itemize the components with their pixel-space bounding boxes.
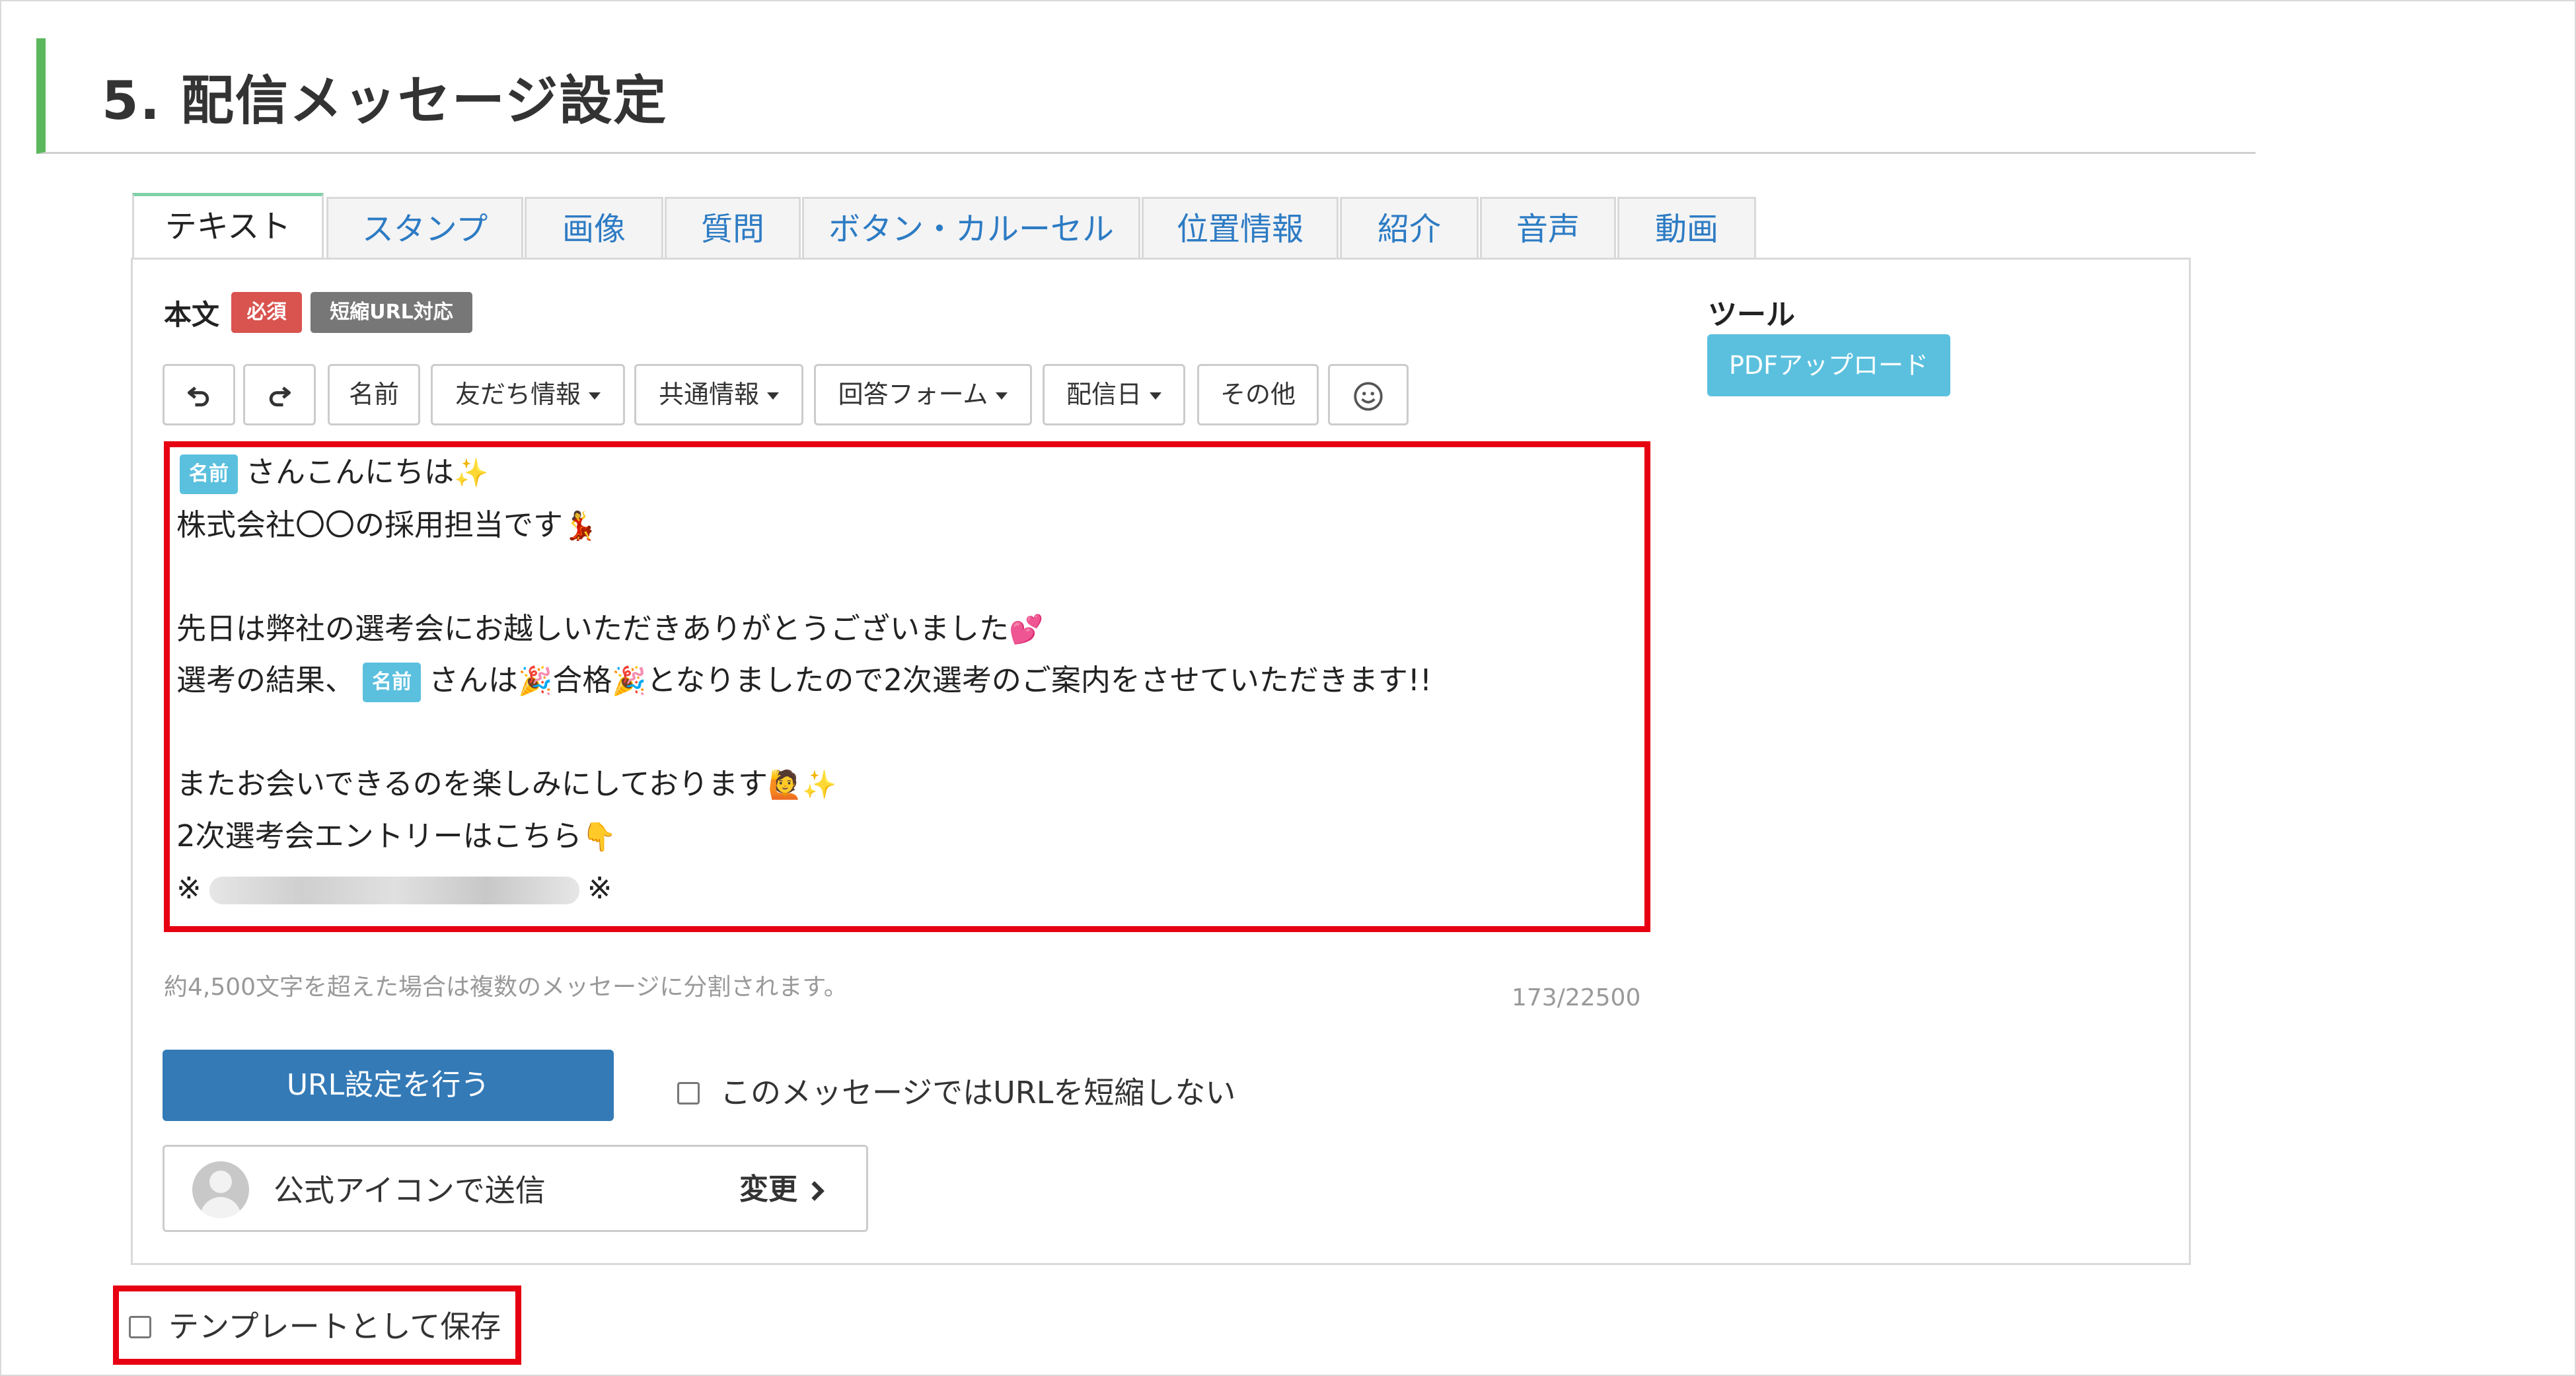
delivery-date-label: 配信日 xyxy=(1066,380,1142,409)
editor-line-4: 先日は弊社の選考会にお越しいただきありがとうございました💕 xyxy=(176,609,1043,649)
point-down-emoji: 👇 xyxy=(581,820,616,853)
emoji-button[interactable] xyxy=(1328,364,1409,425)
body-label: 本文 xyxy=(164,299,220,331)
tab-audio[interactable]: 音声 xyxy=(1480,197,1616,259)
editor-line-8: 2次選考会エントリーはこちら👇 xyxy=(176,816,616,856)
sparkles-emoji: ✨ xyxy=(454,456,489,489)
tab-stamp[interactable]: スタンプ xyxy=(326,197,523,259)
line-5-post: となりましたので2次選考のご案内をさせていただきます!! xyxy=(646,663,1432,698)
section-header: 5. 配信メッセージ設定 xyxy=(36,38,2256,154)
smiley-icon xyxy=(1354,381,1383,411)
line-1-text: さんこんにちは xyxy=(246,454,455,489)
short-url-badge: 短縮URL対応 xyxy=(311,292,472,333)
delivery-date-dropdown[interactable]: 配信日 xyxy=(1043,364,1185,425)
redacted-url xyxy=(209,877,579,904)
caret-down-icon xyxy=(1150,392,1161,400)
editor-line-1: 名前 さんこんにちは✨ xyxy=(176,453,489,494)
editor-line-5: 選考の結果、 名前 さんは🎉合格🎉となりましたので2次選考のご案内をさせていただきま… xyxy=(176,661,1432,702)
editor-line-9: ※ ※ xyxy=(176,869,612,908)
undo-icon xyxy=(187,386,209,406)
party-emoji: 🎉 xyxy=(612,665,647,697)
line-5-mid1: さんは xyxy=(429,663,519,698)
sender-label: 公式アイコンで送信 xyxy=(274,1173,546,1208)
change-label: 変更 xyxy=(739,1173,797,1206)
tools-label: ツール xyxy=(1708,298,1795,332)
friend-info-dropdown[interactable]: 友だち情報 xyxy=(431,364,625,425)
line-2-text: 株式会社〇〇の採用担当です xyxy=(176,507,564,542)
line-5-mid2: 合格 xyxy=(552,663,612,698)
friend-info-label: 友だち情報 xyxy=(455,380,581,409)
raising-hand-emoji: 🙋 xyxy=(768,768,803,801)
reference-mark-left: ※ xyxy=(176,871,202,906)
tab-text[interactable]: テキスト xyxy=(132,193,324,260)
tab-image[interactable]: 画像 xyxy=(525,197,663,259)
redo-button[interactable] xyxy=(243,364,316,425)
editor-line-2: 株式会社〇〇の採用担当です💃 xyxy=(176,505,597,545)
editor-line-7: またお会いできるのを楽しみにしております🙋✨ xyxy=(176,764,837,804)
tab-button-carousel[interactable]: ボタン・カルーセル xyxy=(802,197,1140,259)
tab-question[interactable]: 質問 xyxy=(665,197,801,259)
answer-form-label: 回答フォーム xyxy=(838,380,988,409)
insert-name-label: 名前 xyxy=(348,380,399,409)
reference-mark-right: ※ xyxy=(587,871,612,906)
line-5-pre: 選考の結果、 xyxy=(176,663,355,698)
url-settings-button[interactable]: URL設定を行う xyxy=(163,1050,614,1121)
other-label: その他 xyxy=(1220,380,1296,409)
page-title: 5. 配信メッセージ設定 xyxy=(102,70,668,131)
no-shorten-url-checkbox[interactable] xyxy=(677,1082,700,1104)
answer-form-dropdown[interactable]: 回答フォーム xyxy=(814,364,1032,425)
save-template-label: テンプレートとして保存 xyxy=(168,1309,501,1344)
sparkles-emoji: ✨ xyxy=(802,768,837,801)
name-variable-chip[interactable]: 名前 xyxy=(180,454,238,494)
name-variable-chip[interactable]: 名前 xyxy=(363,663,422,702)
insert-name-button[interactable]: 名前 xyxy=(328,364,420,425)
undo-button[interactable] xyxy=(163,364,235,425)
char-counter: 173/22500 xyxy=(1512,984,1641,1011)
avatar xyxy=(192,1161,249,1218)
hearts-emoji: 💕 xyxy=(1009,613,1044,645)
line-8-text: 2次選考会エントリーはこちら xyxy=(176,818,582,853)
sender-selector[interactable]: 公式アイコンで送信 変更 xyxy=(163,1145,868,1232)
caret-down-icon xyxy=(996,392,1008,400)
caret-down-icon xyxy=(589,392,601,400)
save-template-checkbox[interactable] xyxy=(129,1316,151,1338)
tab-location[interactable]: 位置情報 xyxy=(1142,197,1339,259)
line-7-text: またお会いできるのを楽しみにしております xyxy=(176,766,768,801)
line-4-text: 先日は弊社の選考会にお越しいただきありがとうございました xyxy=(176,611,1010,646)
party-emoji: 🎉 xyxy=(518,665,553,697)
redo-icon xyxy=(269,386,291,406)
common-info-label: 共通情報 xyxy=(658,380,759,409)
required-badge: 必須 xyxy=(231,292,302,333)
tab-introduction[interactable]: 紹介 xyxy=(1340,197,1479,259)
caret-down-icon xyxy=(767,392,779,400)
tab-video[interactable]: 動画 xyxy=(1617,197,1756,259)
common-info-dropdown[interactable]: 共通情報 xyxy=(634,364,803,425)
other-button[interactable]: その他 xyxy=(1197,364,1319,425)
pdf-upload-button[interactable]: PDFアップロード xyxy=(1707,334,1950,396)
split-note: 約4,500文字を超えた場合は複数のメッセージに分割されます。 xyxy=(164,974,848,1001)
change-sender-link[interactable]: 変更 xyxy=(739,1165,827,1208)
dancer-emoji: 💃 xyxy=(563,509,598,542)
chevron-right-icon xyxy=(811,1180,825,1202)
no-shorten-url-label: このメッセージではURLを短縮しない xyxy=(720,1075,1236,1110)
